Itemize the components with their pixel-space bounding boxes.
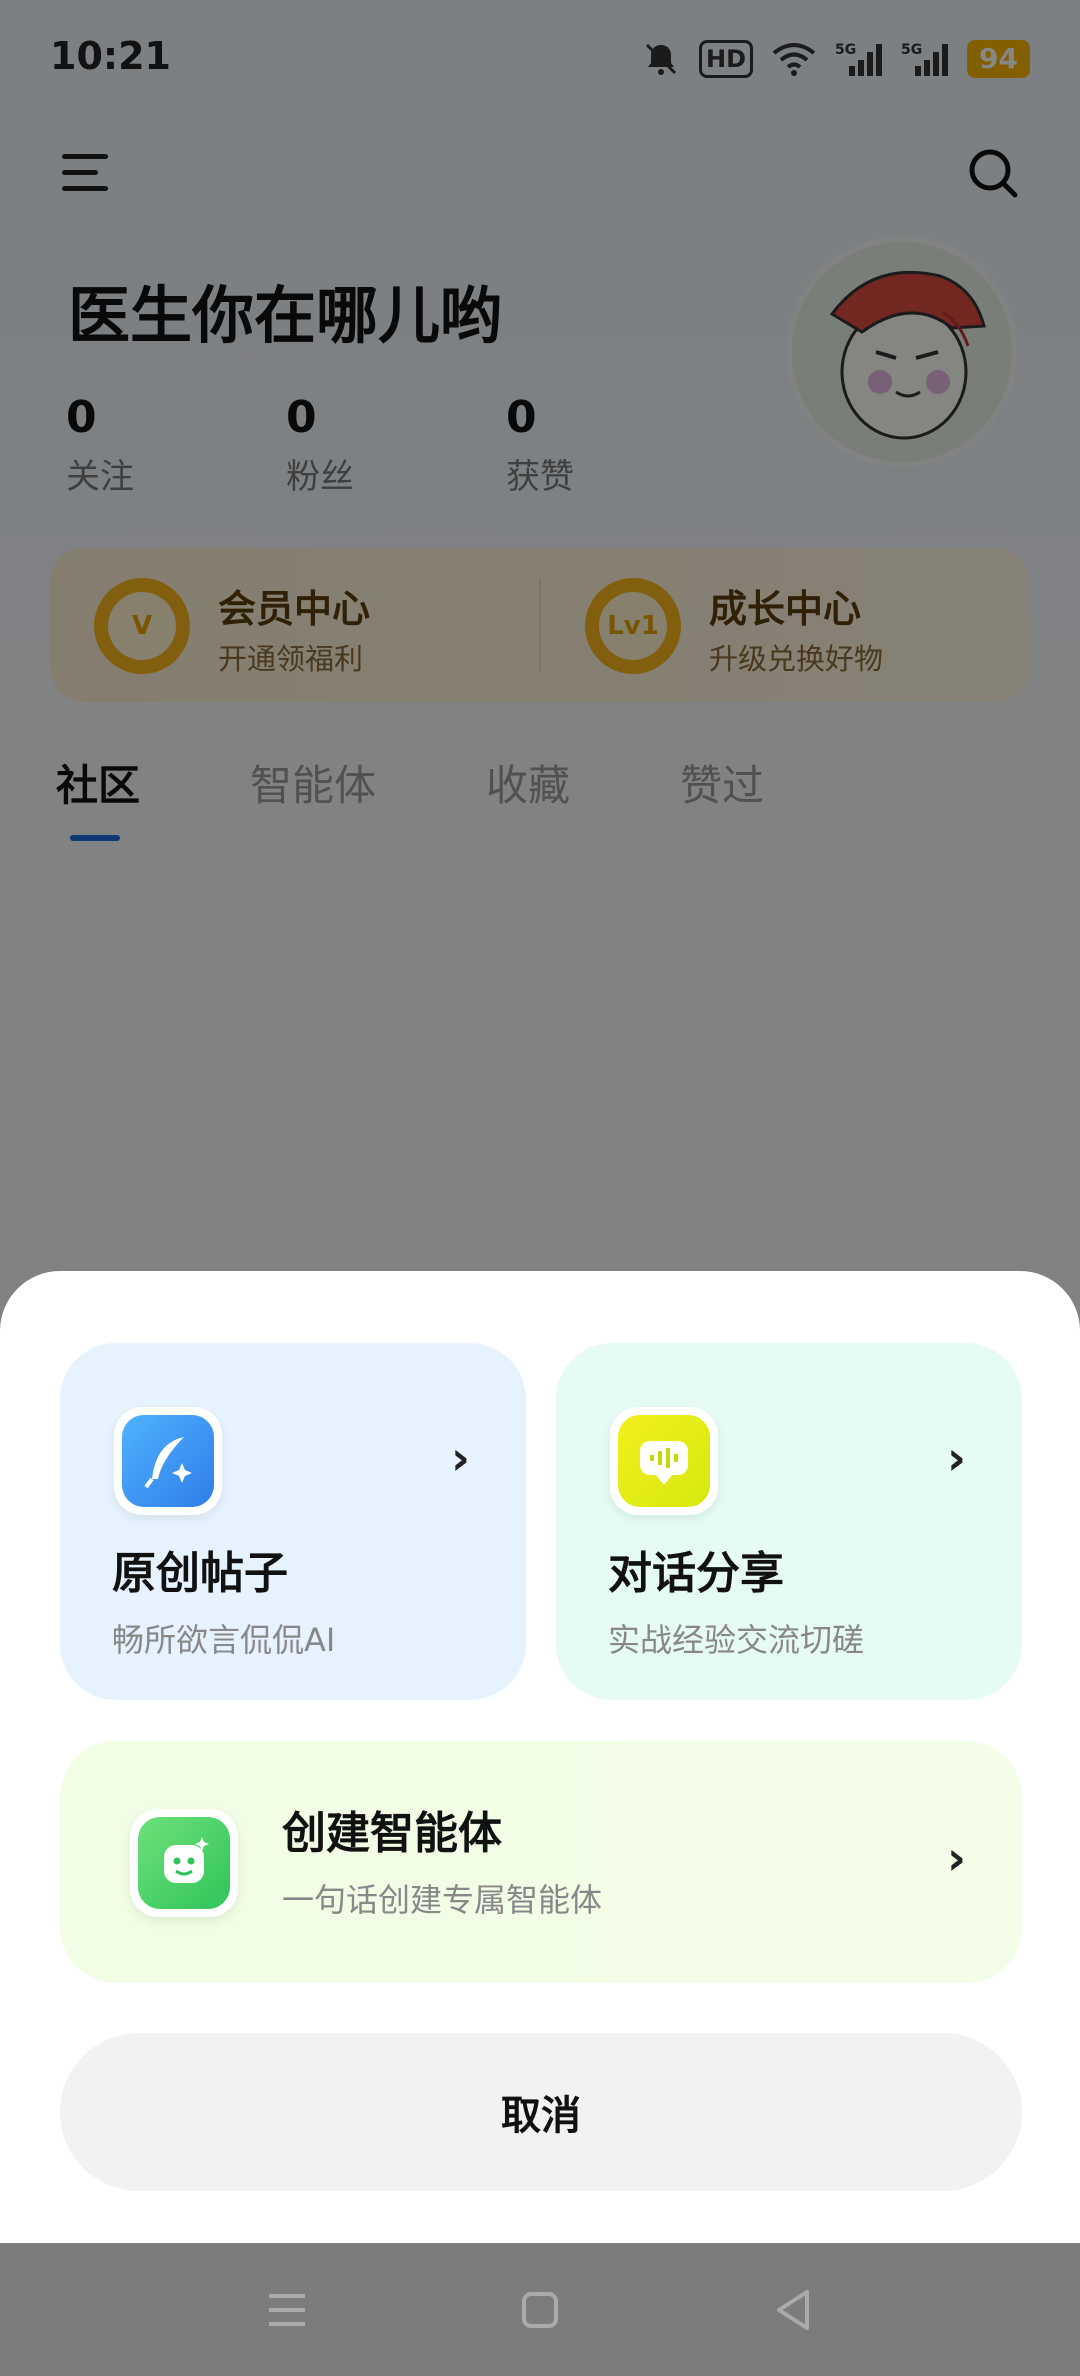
dialog-share-option[interactable]: › 对话分享 实战经验交流切磋 (556, 1343, 1022, 1700)
option-subtitle: 一句话创建专属智能体 (282, 1881, 603, 1919)
cancel-button[interactable]: 取消 (60, 2033, 1022, 2191)
option-title: 原创帖子 (112, 1548, 288, 1599)
chevron-right-icon: › (451, 1431, 470, 1485)
option-title: 创建智能体 (282, 1808, 502, 1859)
chevron-right-icon: › (947, 1431, 966, 1485)
profile-page: 10:21 HD 5G 5G 94 医生你在哪儿哟 0 关注 0 粉丝 0 获赞… (0, 0, 1080, 2376)
option-subtitle: 实战经验交流切磋 (608, 1621, 865, 1659)
create-bottom-sheet: › 原创帖子 畅所欲言侃侃AI › 对话分享 实战经验交流切磋 › 创建智能体 … (0, 1271, 1080, 2243)
robot-face-icon (130, 1809, 238, 1917)
option-subtitle: 畅所欲言侃侃AI (112, 1621, 336, 1659)
original-post-option[interactable]: › 原创帖子 畅所欲言侃侃AI (60, 1343, 526, 1700)
option-title: 对话分享 (608, 1548, 784, 1599)
voice-chat-icon (610, 1407, 718, 1515)
chevron-right-icon: › (947, 1831, 966, 1885)
feather-icon (114, 1407, 222, 1515)
back-icon[interactable] (761, 2278, 825, 2342)
recent-apps-icon[interactable] (255, 2278, 319, 2342)
create-agent-option[interactable]: › 创建智能体 一句话创建专属智能体 (60, 1741, 1022, 1983)
system-nav-bar (0, 2243, 1080, 2376)
home-icon[interactable] (508, 2278, 572, 2342)
